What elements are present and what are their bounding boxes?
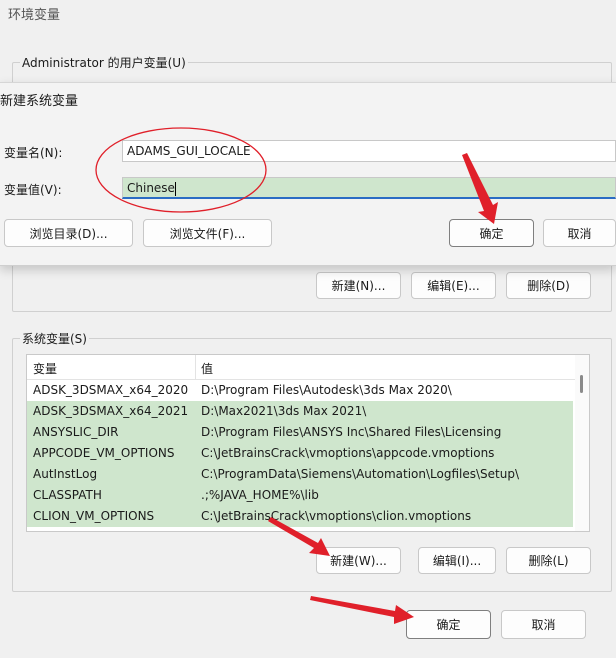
new-system-variable-dialog: 新建系统变量 变量名(N): ADAMS_GUI_LOCALE 变量值(V): … (0, 82, 616, 266)
system-new-button[interactable]: 新建(W)... (316, 547, 401, 574)
dialog-cancel-button[interactable]: 取消 (543, 219, 616, 247)
variable-value-text: Chinese (127, 181, 175, 195)
column-header-value[interactable]: 值 (201, 360, 213, 377)
row-value: C:\JetBrainsCrack\vmoptions\clion.vmopti… (201, 509, 472, 523)
column-divider (195, 355, 196, 379)
row-variable: ADSK_3DSMAX_x64_2021 (33, 404, 189, 418)
column-header-variable[interactable]: 变量 (33, 360, 57, 377)
row-variable: APPCODE_VM_OPTIONS (33, 446, 175, 460)
row-variable: AutInstLog (33, 467, 98, 481)
system-variables-label: 系统变量(S) (20, 330, 89, 347)
row-value: C:\JetBrainsCrack\vmoptions\appcode.vmop… (201, 446, 495, 460)
window-title: 环境变量 (8, 8, 61, 23)
row-value: D:\Program Files\ANSYS Inc\Shared Files\… (201, 425, 502, 439)
table-row[interactable]: CLION_VM_OPTIONS C:\JetBrainsCrack\vmopt… (27, 506, 573, 527)
row-variable: ADSK_3DSMAX_x64_2020 (33, 383, 189, 397)
user-delete-button[interactable]: 删除(D) (506, 272, 591, 299)
table-row[interactable]: AutInstLog C:\ProgramData\Siemens\Automa… (27, 464, 573, 485)
vertical-scrollbar[interactable] (575, 355, 589, 531)
table-row[interactable]: ADSK_3DSMAX_x64_2021 D:\Max2021\3ds Max … (27, 401, 573, 422)
scrollbar-thumb[interactable] (580, 375, 583, 393)
table-header: 变量 值 (27, 355, 579, 380)
user-variables-label: Administrator 的用户变量(U) (20, 54, 188, 71)
browse-directory-button[interactable]: 浏览目录(D)... (4, 219, 133, 247)
system-delete-button[interactable]: 删除(L) (506, 547, 591, 574)
variable-value-input[interactable]: Chinese (122, 177, 616, 199)
dialog-title: 新建系统变量 (0, 94, 79, 109)
dialog-ok-button[interactable]: 确定 (449, 219, 534, 247)
variable-value-label: 变量值(V): (4, 183, 62, 197)
outer-cancel-button[interactable]: 取消 (501, 610, 586, 639)
row-value: C:\ProgramData\Siemens\Automation\Logfil… (201, 467, 520, 481)
row-variable: ANSYSLIC_DIR (33, 425, 119, 439)
variable-name-value: ADAMS_GUI_LOCALE (127, 144, 251, 158)
row-value: D:\Max2021\3ds Max 2021\ (201, 404, 367, 418)
row-variable: CLASSPATH (33, 488, 102, 502)
text-cursor (174, 181, 176, 196)
user-edit-button[interactable]: 编辑(E)... (411, 272, 496, 299)
system-variables-table[interactable]: 变量 值 ADSK_3DSMAX_x64_2020 D:\Program Fil… (26, 354, 590, 532)
table-row[interactable]: ANSYSLIC_DIR D:\Program Files\ANSYS Inc\… (27, 422, 573, 443)
browse-file-button[interactable]: 浏览文件(F)... (143, 219, 272, 247)
row-variable: CLION_VM_OPTIONS (33, 509, 155, 523)
row-value: D:\Program Files\Autodesk\3ds Max 2020\ (201, 383, 452, 397)
table-row[interactable]: APPCODE_VM_OPTIONS C:\JetBrainsCrack\vmo… (27, 443, 573, 464)
variable-name-input[interactable]: ADAMS_GUI_LOCALE (122, 140, 616, 162)
user-new-button[interactable]: 新建(N)... (316, 272, 401, 299)
arrow-icon (310, 596, 414, 624)
table-row[interactable]: ADSK_3DSMAX_x64_2020 D:\Program Files\Au… (27, 380, 573, 401)
table-row[interactable]: CLASSPATH .;%JAVA_HOME%\lib (27, 485, 573, 506)
table-body: ADSK_3DSMAX_x64_2020 D:\Program Files\Au… (27, 380, 573, 527)
outer-ok-button[interactable]: 确定 (406, 610, 491, 639)
system-edit-button[interactable]: 编辑(I)... (418, 547, 496, 574)
variable-name-label: 变量名(N): (4, 146, 63, 160)
row-value: .;%JAVA_HOME%\lib (201, 488, 319, 502)
